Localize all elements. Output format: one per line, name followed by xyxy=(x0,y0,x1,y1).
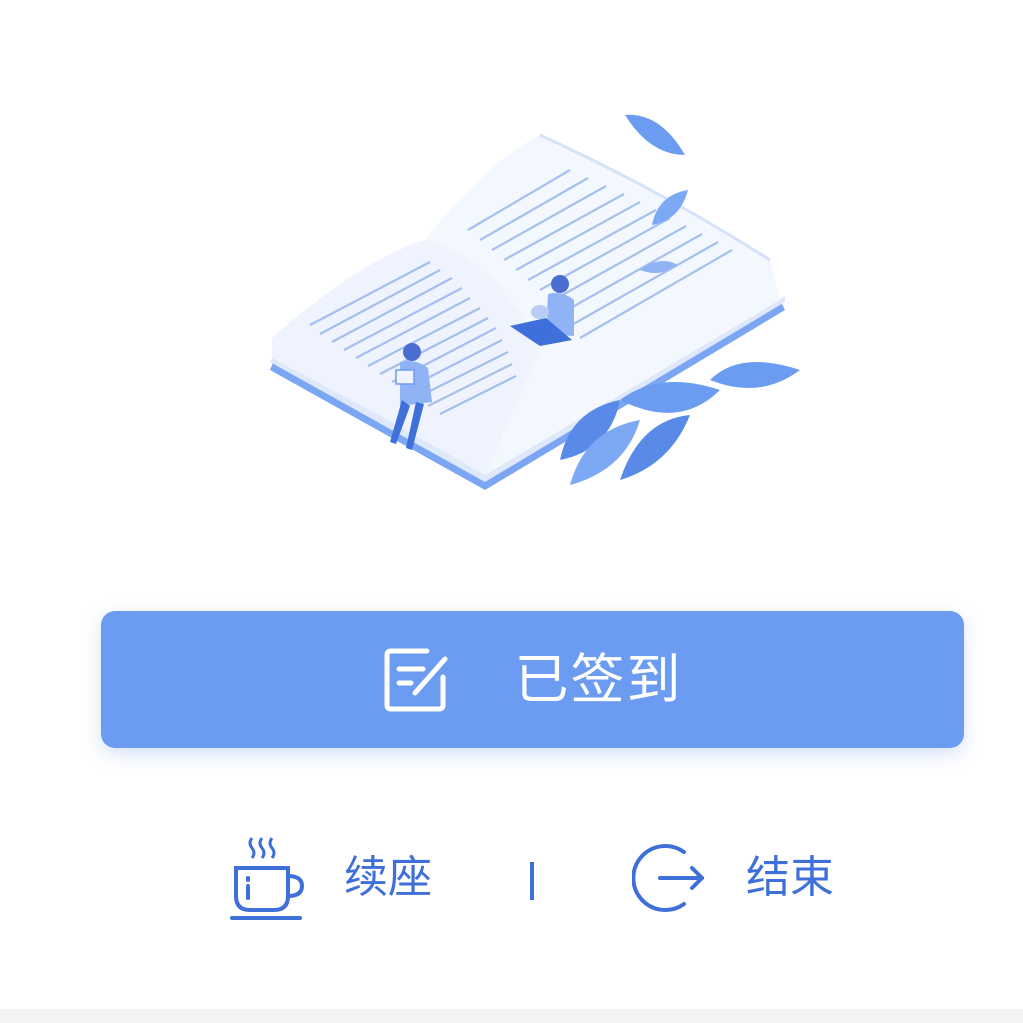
end-session-label: 结束 xyxy=(746,852,834,903)
action-divider xyxy=(530,862,534,900)
edit-note-icon xyxy=(384,648,447,711)
seat-status-page: 已签到 续座 结束 xyxy=(0,0,1023,1023)
bottom-divider xyxy=(0,1009,1023,1023)
checked-in-label: 已签到 xyxy=(514,647,683,711)
end-session-button[interactable]: 结束 xyxy=(632,832,834,924)
renew-seat-button[interactable]: 续座 xyxy=(228,832,432,924)
reading-book-illustration xyxy=(270,114,800,490)
renew-seat-label: 续座 xyxy=(344,852,432,903)
coffee-cup-icon xyxy=(230,837,305,920)
checked-in-button[interactable]: 已签到 xyxy=(101,611,964,748)
exit-arrow-icon xyxy=(632,844,704,912)
